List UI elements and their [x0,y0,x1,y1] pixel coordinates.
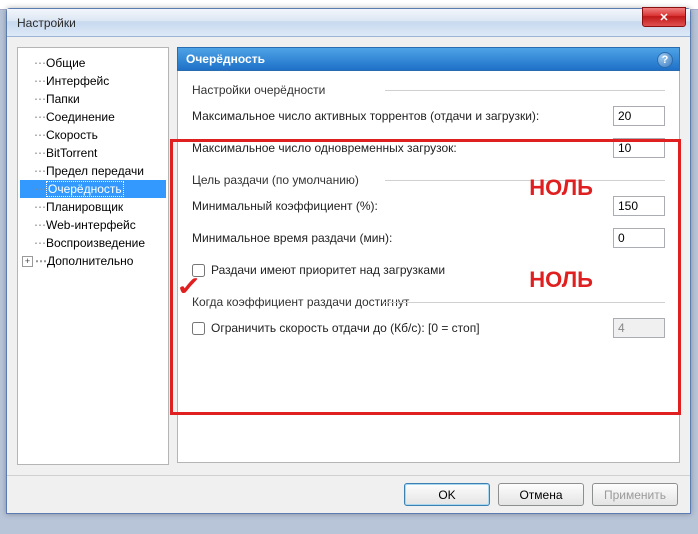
titlebar: Настройки ✕ [7,9,690,37]
tree-item-interface[interactable]: ⋯Интерфейс [20,72,166,90]
max-downloads-input[interactable] [613,138,665,158]
panel-title: Очерёдность [186,52,265,66]
dialog-footer: OK Отмена Применить [7,475,690,513]
max-active-label: Максимальное число активных торрентов (о… [192,109,613,123]
ok-button[interactable]: OK [404,483,490,506]
tree-item-webui[interactable]: ⋯Web-интерфейс [20,216,166,234]
tree-item-playback[interactable]: ⋯Воспроизведение [20,234,166,252]
panel-header: Очерёдность ? [177,47,680,71]
panel-content: Настройки очерёдности Максимальное число… [177,71,680,463]
close-button[interactable]: ✕ [642,7,686,27]
limit-upload-checkbox[interactable] [192,322,205,335]
tree-item-general[interactable]: ⋯Общие [20,54,166,72]
min-ratio-input[interactable] [613,196,665,216]
category-tree: ⋯Общие ⋯Интерфейс ⋯Папки ⋯Соединение ⋯Ск… [17,47,169,465]
seed-priority-checkbox[interactable] [192,264,205,277]
tree-item-connection[interactable]: ⋯Соединение [20,108,166,126]
cancel-button[interactable]: Отмена [498,483,584,506]
min-time-input[interactable] [613,228,665,248]
max-active-input[interactable] [613,106,665,126]
max-downloads-label: Максимальное число одновременных загрузо… [192,141,613,155]
group-queue-settings: Настройки очерёдности [192,83,665,97]
expand-icon[interactable]: + [22,256,33,267]
tree-item-folders[interactable]: ⋯Папки [20,90,166,108]
apply-button[interactable]: Применить [592,483,678,506]
group-seed-goal: Цель раздачи (по умолчанию) [192,173,665,187]
tree-item-speed[interactable]: ⋯Скорость [20,126,166,144]
tree-item-scheduler[interactable]: ⋯Планировщик [20,198,166,216]
limit-upload-input [613,318,665,338]
tree-item-transfer-cap[interactable]: ⋯Предел передачи [20,162,166,180]
window-title: Настройки [17,16,76,30]
limit-upload-label: Ограничить скорость отдачи до (Кб/с): [0… [211,321,613,335]
group-ratio-reached: Когда коэффициент раздачи достигнут [192,295,665,309]
tree-item-bittorrent[interactable]: ⋯BitTorrent [20,144,166,162]
min-time-label: Минимальное время раздачи (мин): [192,231,613,245]
help-icon[interactable]: ? [657,52,673,68]
close-icon: ✕ [659,11,668,24]
settings-panel: Очерёдность ? Настройки очерёдности Макс… [177,47,680,465]
settings-dialog: Настройки ✕ ⋯Общие ⋯Интерфейс ⋯Папки ⋯Со… [6,8,691,514]
seed-priority-label: Раздачи имеют приоритет над загрузками [211,263,665,277]
tree-item-queueing[interactable]: ⋯Очерёдность [20,180,166,198]
tree-item-advanced[interactable]: + ⋯Дополнительно [20,252,166,270]
min-ratio-label: Минимальный коэффициент (%): [192,199,613,213]
